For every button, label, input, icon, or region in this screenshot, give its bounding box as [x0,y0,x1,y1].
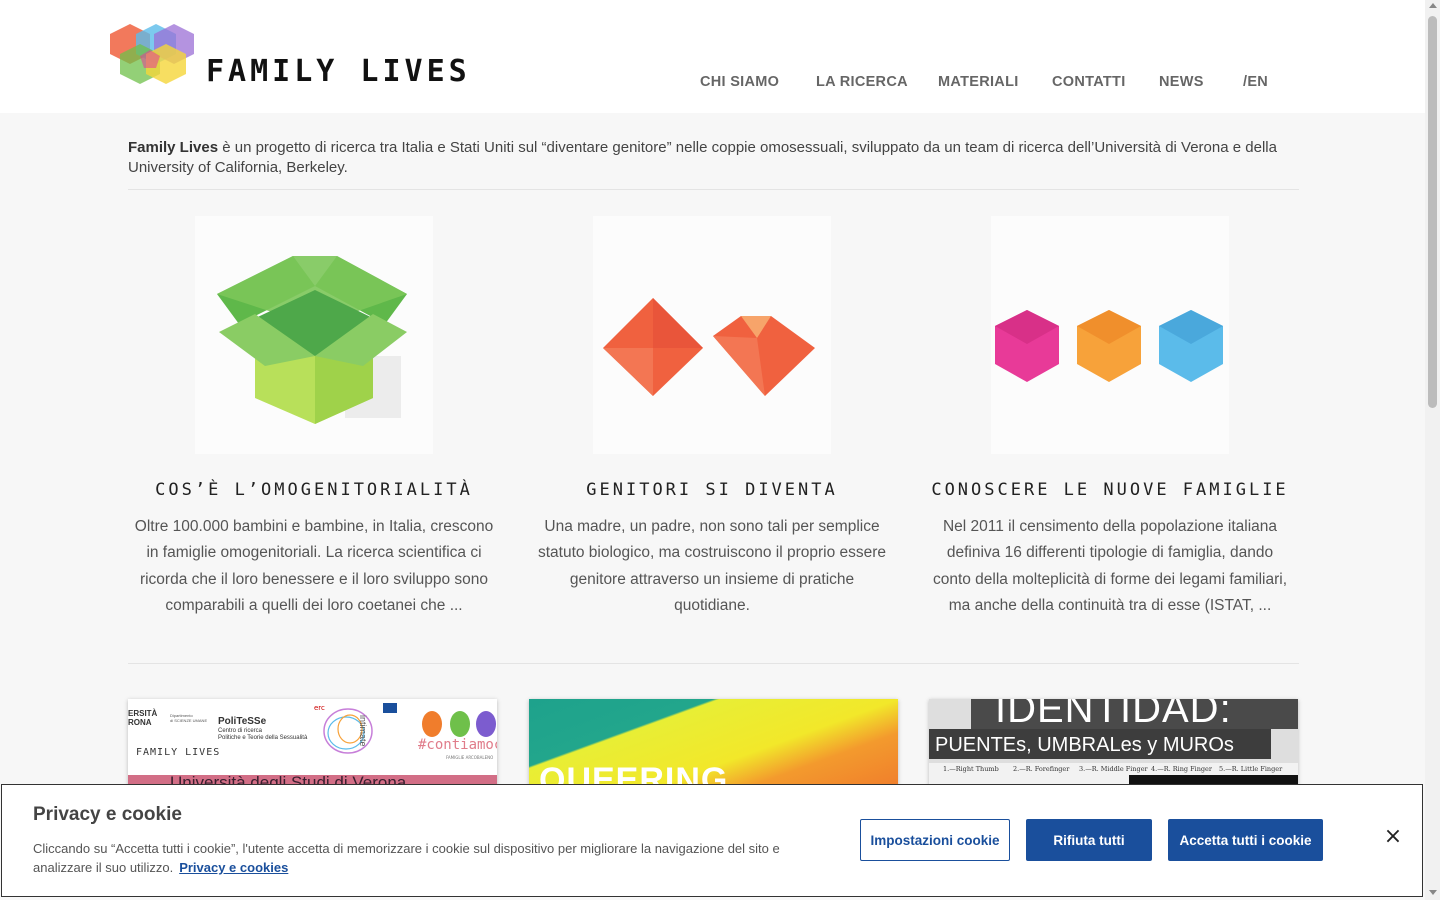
thumb-identidad-subtitle: PUENTEs, UMBRALes y MUROs [935,734,1234,756]
accept-all-button[interactable]: Accetta tutti i cookie [1168,819,1323,861]
nav-chi-siamo[interactable]: CHI SIAMO [700,74,779,90]
feature-genitori-si-diventa: GENITORI SI DIVENTA Una madre, un padre,… [522,216,902,619]
thumb-uni: ERSITÀ RONA [128,709,158,727]
privacy-link[interactable]: Privacy e cookies [179,860,288,875]
scroll-thumb[interactable] [1428,16,1437,408]
feature-nuove-famiglie: CONOSCERE LE NUOVE FAMIGLIE Nel 2011 il … [920,216,1300,619]
scroll-down-arrow-icon[interactable] [1429,890,1437,895]
feature-image[interactable] [593,216,831,454]
feature-title[interactable]: COS’È L’OMOGENITORIALITÀ [124,480,504,500]
intro-brand: Family Lives [128,139,219,156]
close-icon[interactable]: × [1383,826,1403,848]
nav-language-en[interactable]: /EN [1243,74,1268,90]
site-logo[interactable]: FAMILY LIVES [106,20,467,92]
feature-title[interactable]: GENITORI SI DIVENTA [522,480,902,500]
news-thumb-contiamoci[interactable]: ERSITÀ RONA Dipartimento di SCIENZE UMAN… [128,699,497,789]
cookie-banner: Privacy e cookie Cliccando su “Accetta t… [1,784,1423,897]
red-diamonds-icon [603,298,815,396]
divider [128,189,1299,190]
cookie-description: Cliccando su “Accetta tutti i cookie”, l… [33,839,793,877]
reject-all-button[interactable]: Rifiuta tutti [1026,819,1152,861]
cookie-title: Privacy e cookie [33,804,182,825]
thumb-erc: erc [314,704,325,712]
thumb-intimate: intimate [358,715,368,747]
intro-text: è un progetto di ricerca tra Italia e St… [128,139,1277,176]
green-box-icon [217,256,407,424]
finger-label: 1.—Right Thumb [943,765,999,773]
finger-label: 2.—R. Forefinger [1013,765,1070,773]
thumb-politesse: PoliTeSSe [218,716,267,727]
thumb-identidad-title: IDENTIDAD: [995,699,1232,731]
finger-label: 4.—R. Ring Finger [1151,765,1213,773]
feature-text: Oltre 100.000 bambini e bambine, in Ital… [134,518,494,614]
intro-paragraph: Family Lives è un progetto di ricerca tr… [128,138,1298,178]
cookie-settings-button[interactable]: Impostazioni cookie [860,819,1010,861]
finger-label: 3.—R. Middle Finger [1079,765,1148,773]
rainbow-scribble-icon [323,708,373,754]
scroll-up-arrow-icon[interactable] [1429,3,1437,8]
feature-omogenitorialita: COS’È L’OMOGENITORIALITÀ Oltre 100.000 b… [124,216,504,619]
news-thumb-queering[interactable]: QUEERING [529,699,898,789]
feature-image[interactable] [195,216,433,454]
brand-name: FAMILY LIVES [206,54,471,89]
nav-news[interactable]: NEWS [1159,74,1204,90]
finger-label: 5.—R. Little Finger [1219,765,1283,773]
thumb-hashtag: #contiamoci [418,737,497,753]
nav-materiali[interactable]: MATERIALI [938,74,1019,90]
thumb-dept: Dipartimento di SCIENZE UMANE [170,713,208,723]
feature-image[interactable] [991,216,1229,454]
divider [128,663,1299,664]
raised-hands-icon [422,711,496,737]
thumb-brand: FAMILY LIVES [136,747,221,758]
logo-hexagons-icon [110,24,194,84]
nav-la-ricerca[interactable]: LA RICERCA [816,74,908,90]
cookie-text: Cliccando su “Accetta tutti i cookie”, l… [33,841,780,875]
thumb-hashtag-sub: FAMIGLIE ARCOBALENO [446,755,494,760]
thumb-politesse-sub: Centro di ricerca Politiche e Teorie del… [218,728,308,741]
colored-hexagons-icon [995,310,1223,382]
page-scrollbar[interactable] [1425,0,1440,900]
news-thumb-identidad[interactable]: IDENTIDAD: PUENTEs, UMBRALes y MUROs 1.—… [929,699,1298,789]
feature-text: Nel 2011 il censimento della popolazione… [932,518,1288,614]
nav-contatti[interactable]: CONTATTI [1052,74,1126,90]
eu-flag-icon [383,703,397,713]
feature-text: Una madre, un padre, non sono tali per s… [537,518,887,614]
feature-title[interactable]: CONOSCERE LE NUOVE FAMIGLIE [920,480,1300,500]
site-header: FAMILY LIVES CHI SIAMO LA RICERCA MATERI… [0,0,1425,113]
